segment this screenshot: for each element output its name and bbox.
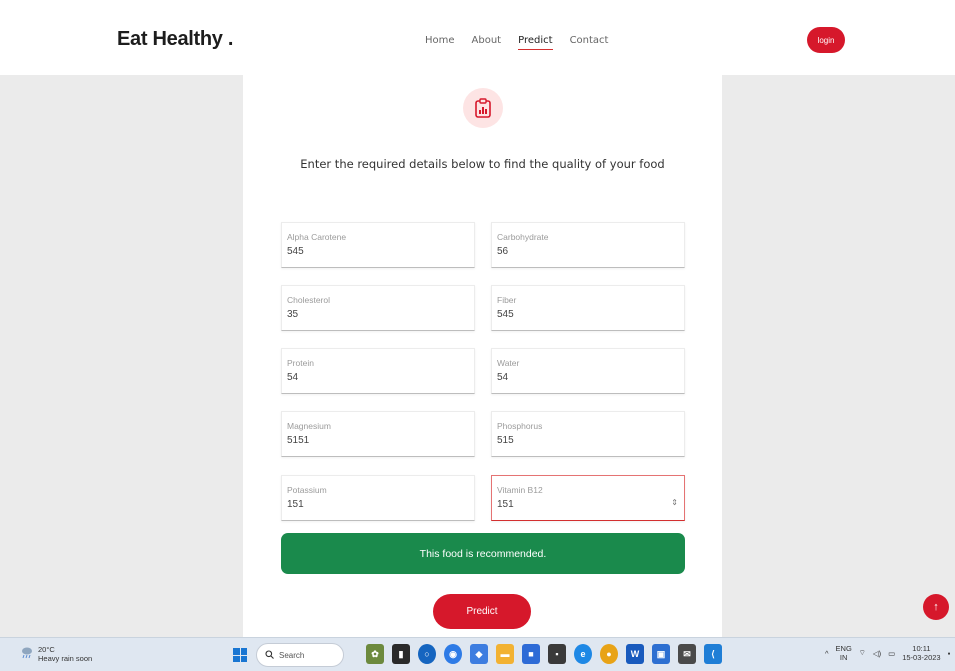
water-field[interactable]: Water 54 [491, 348, 685, 394]
language-indicator[interactable]: ENG IN [836, 644, 852, 662]
login-button[interactable]: login [807, 27, 845, 53]
field-label: Fiber [497, 295, 517, 305]
windows-start-icon[interactable] [233, 648, 247, 662]
cortana-icon[interactable]: ○ [418, 644, 436, 664]
scroll-to-top-button[interactable]: ↑ [923, 594, 949, 620]
field-label: Cholesterol [287, 295, 330, 305]
vitamin-b12-field[interactable]: Vitamin B12 151 ⇕ [491, 475, 685, 521]
photos-icon[interactable]: ▣ [652, 644, 670, 664]
field-value[interactable]: 35 [287, 309, 457, 320]
field-label: Alpha Carotene [287, 232, 347, 242]
region-code: IN [839, 653, 848, 662]
task-view-icon[interactable]: ▮ [392, 644, 410, 664]
field-value[interactable]: 151 [497, 499, 667, 510]
field-value[interactable]: 151 [287, 499, 457, 510]
weather-temp: 20°C [38, 645, 55, 654]
system-tray: ^ ENG IN ⌔ ◁) ▭ 10:11 15-03-2023 ▪ [825, 644, 950, 662]
nav-home[interactable]: Home [425, 35, 455, 50]
field-value[interactable]: 515 [497, 435, 667, 446]
field-value[interactable]: 545 [497, 309, 667, 320]
terminal-icon[interactable]: ▪ [548, 644, 566, 664]
widget-app-icon[interactable]: ✿ [366, 644, 384, 664]
volume-icon[interactable]: ◁) [873, 649, 881, 658]
phosphorus-field[interactable]: Phosphorus 515 [491, 411, 685, 457]
report-chart-icon [463, 88, 503, 128]
predict-card: Enter the required details below to find… [243, 75, 722, 637]
field-label: Carbohydrate [497, 232, 549, 242]
browser-app-icon[interactable]: ◉ [444, 644, 462, 664]
carbohydrate-field[interactable]: Carbohydrate 56 [491, 222, 685, 268]
protein-field[interactable]: Protein 54 [281, 348, 475, 394]
site-logo[interactable]: Eat Healthy . [117, 28, 233, 51]
taskbar-search[interactable]: Search [256, 643, 344, 667]
chevron-up-icon[interactable]: ^ [825, 649, 829, 658]
vscode-icon[interactable]: ⟨ [704, 644, 722, 664]
predict-button[interactable]: Predict [433, 594, 531, 629]
edge-icon[interactable]: e [574, 644, 592, 664]
search-icon [265, 649, 274, 661]
chrome-icon[interactable]: ● [600, 644, 618, 664]
nav-about[interactable]: About [472, 35, 502, 50]
cholesterol-field[interactable]: Cholesterol 35 [281, 285, 475, 331]
pinned-apps: ✿ ▮ ○ ◉ ◆ ▬ ■ ▪ e ● W ▣ ✉ ⟨ [366, 644, 722, 664]
field-value[interactable]: 545 [287, 246, 457, 257]
field-label: Water [497, 358, 520, 368]
site-header: Eat Healthy . Home About Predict Contact… [0, 0, 955, 75]
field-label: Magnesium [287, 421, 331, 431]
field-value[interactable]: 56 [497, 246, 667, 257]
main-nav: Home About Predict Contact [425, 35, 608, 50]
field-label: Vitamin B12 [497, 485, 543, 495]
fiber-field[interactable]: Fiber 545 [491, 285, 685, 331]
nav-predict[interactable]: Predict [518, 35, 553, 50]
magnesium-field[interactable]: Magnesium 5151 [281, 411, 475, 457]
alpha-carotene-field[interactable]: Alpha Carotene 545 [281, 222, 475, 268]
chat-app-icon[interactable]: ◆ [470, 644, 488, 664]
rain-cloud-icon [20, 645, 34, 664]
field-label: Potassium [287, 485, 327, 495]
search-label: Search [279, 650, 305, 660]
store-icon[interactable]: ■ [522, 644, 540, 664]
notification-icon[interactable]: ▪ [948, 649, 951, 658]
field-value[interactable]: 5151 [287, 435, 457, 446]
field-label: Phosphorus [497, 421, 543, 431]
potassium-field[interactable]: Potassium 151 [281, 475, 475, 521]
battery-icon[interactable]: ▭ [888, 649, 895, 658]
lang-code: ENG [835, 644, 852, 653]
field-label: Protein [287, 358, 314, 368]
clock[interactable]: 10:11 15-03-2023 [902, 644, 940, 662]
weather-widget[interactable]: 20°C Heavy rain soon [20, 645, 92, 664]
clock-time: 10:11 [912, 644, 931, 653]
form-subtitle: Enter the required details below to find… [300, 157, 665, 171]
field-value[interactable]: 54 [287, 372, 457, 383]
file-explorer-icon[interactable]: ▬ [496, 644, 514, 664]
prediction-result: This food is recommended. [281, 533, 685, 574]
nav-contact[interactable]: Contact [570, 35, 609, 50]
clock-date: 15-03-2023 [902, 653, 941, 662]
windows-taskbar: 20°C Heavy rain soon Search ✿ ▮ ○ ◉ ◆ ▬ … [0, 637, 955, 671]
weather-desc: Heavy rain soon [38, 654, 93, 663]
word-icon[interactable]: W [626, 644, 644, 664]
number-spinner-icon[interactable]: ⇕ [671, 498, 678, 507]
field-value[interactable]: 54 [497, 372, 667, 383]
wifi-icon[interactable]: ⌔ [859, 648, 866, 658]
mail-icon[interactable]: ✉ [678, 644, 696, 664]
